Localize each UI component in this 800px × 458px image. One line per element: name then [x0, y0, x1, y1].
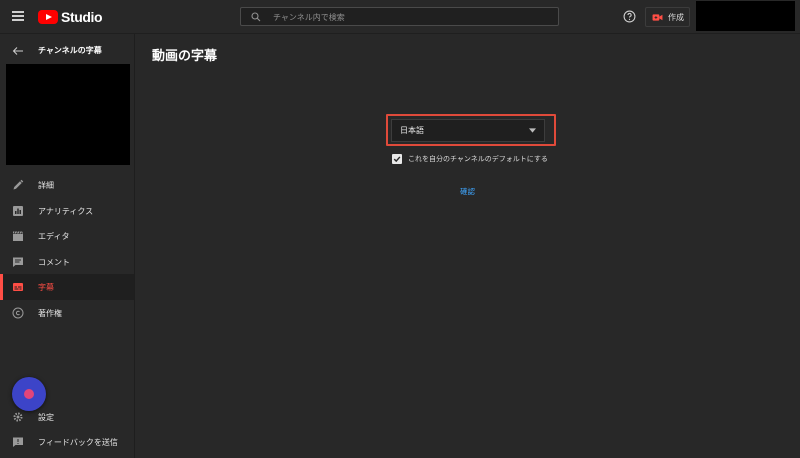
- back-arrow-icon[interactable]: [12, 46, 24, 56]
- comment-icon: [13, 257, 23, 267]
- sidebar-nav: 詳細 アナリティクス エディタ コメント 字幕 著作権: [0, 172, 134, 325]
- sidebar-item-label: 著作権: [38, 308, 62, 318]
- checkmark-icon: [393, 156, 401, 163]
- sidebar-item-subtitles[interactable]: 字幕: [0, 274, 134, 300]
- search-bar[interactable]: [240, 7, 559, 26]
- sidebar-item-feedback[interactable]: フィードバックを送信: [0, 429, 134, 454]
- sidebar-item-copyright[interactable]: 著作権: [0, 300, 134, 326]
- dropdown-arrow-icon: [529, 128, 536, 133]
- sidebar-item-editor[interactable]: エディタ: [0, 223, 134, 249]
- sidebar-item-label: 詳細: [38, 181, 54, 190]
- sidebar-item-label: フィードバックを送信: [38, 438, 118, 447]
- create-button[interactable]: 作成: [645, 7, 690, 27]
- analytics-icon: [13, 205, 23, 216]
- copyright-icon: [12, 307, 24, 318]
- clapperboard-icon: [13, 231, 23, 241]
- logo-text: Studio: [61, 9, 103, 25]
- help-icon[interactable]: [623, 10, 636, 23]
- sidebar-item-label: アナリティクス: [38, 206, 94, 216]
- sidebar-item-analytics[interactable]: アナリティクス: [0, 198, 134, 224]
- feedback-icon: [13, 437, 23, 447]
- menu-icon[interactable]: [12, 11, 24, 21]
- default-checkbox[interactable]: [392, 154, 402, 164]
- top-bar: Studio 作成: [0, 0, 800, 34]
- account-area[interactable]: [696, 1, 795, 31]
- language-select[interactable]: 日本語: [391, 119, 545, 142]
- default-checkbox-label: これを自分のチャンネルのデフォルトにする: [408, 155, 548, 163]
- sidebar-item-comments[interactable]: コメント: [0, 249, 134, 275]
- sidebar-header: チャンネルの字幕: [0, 42, 135, 60]
- floating-action-button[interactable]: [12, 377, 46, 411]
- studio-logo[interactable]: Studio: [38, 9, 103, 25]
- pencil-icon: [13, 179, 24, 190]
- sidebar-item-label: 設定: [38, 413, 54, 422]
- create-button-label: 作成: [668, 12, 684, 22]
- search-input[interactable]: [271, 9, 555, 26]
- sidebar-item-details[interactable]: 詳細: [0, 172, 134, 198]
- confirm-button[interactable]: 確認: [460, 186, 475, 197]
- subtitles-icon: [13, 283, 23, 291]
- default-language-option: これを自分のチャンネルのデフォルトにする: [392, 154, 548, 164]
- sidebar-bottom-nav: 設定 フィードバックを送信: [0, 404, 134, 454]
- video-camera-icon: [652, 13, 663, 21]
- language-select-value: 日本語: [400, 126, 424, 135]
- gear-icon: [13, 412, 23, 422]
- sidebar-title: チャンネルの字幕: [38, 46, 102, 55]
- sidebar-item-label: コメント: [38, 257, 70, 267]
- search-icon: [251, 12, 261, 22]
- sidebar-item-label: 字幕: [38, 283, 54, 292]
- youtube-logo-icon: [38, 10, 58, 24]
- page-title: 動画の字幕: [152, 49, 218, 64]
- video-thumbnail[interactable]: [6, 64, 130, 165]
- sidebar-item-label: エディタ: [38, 232, 70, 241]
